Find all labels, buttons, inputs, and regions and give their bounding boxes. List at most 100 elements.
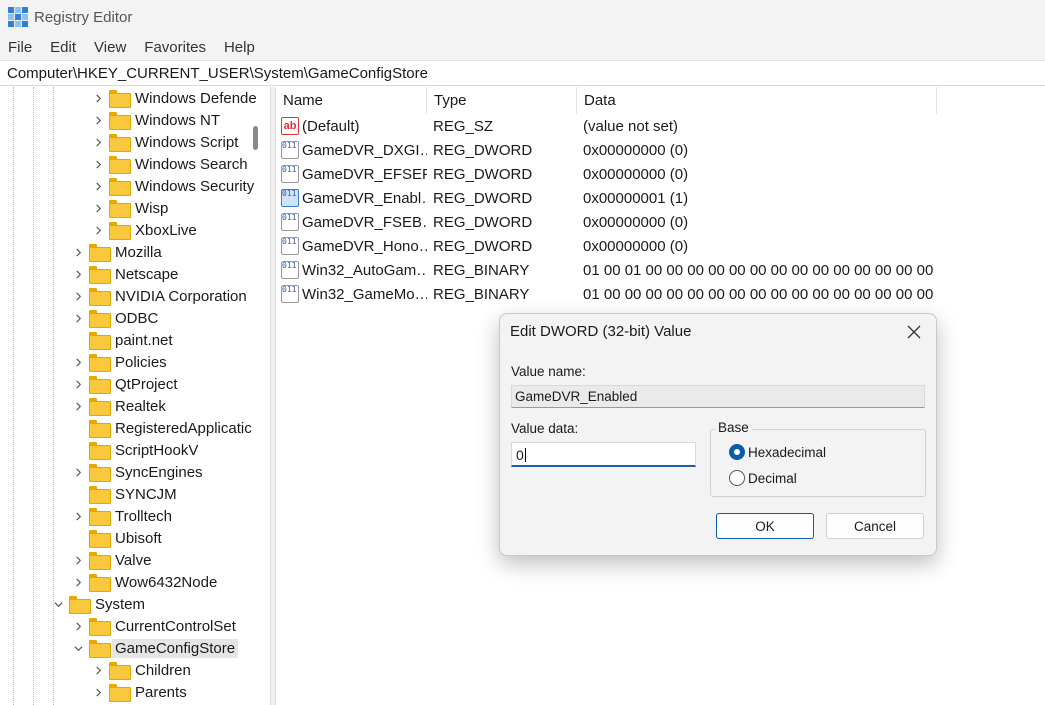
cancel-button[interactable]: Cancel [826,513,924,539]
tree-node[interactable]: ODBC [69,307,161,329]
value-row[interactable]: 011 110Win32_GameMo… REG_BINARY 01 00 00 0… [276,282,1045,306]
chevron-right-icon[interactable] [69,461,87,483]
value-row[interactable]: 011 110Win32_AutoGam… REG_BINARY 01 00 01 … [276,258,1045,282]
chevron-right-icon[interactable] [69,571,87,593]
column-data-header[interactable]: Data [577,87,937,114]
binary-value-icon: 011 110 [281,213,299,231]
tree-node[interactable]: RegisteredApplicatic [69,417,255,439]
tree-node[interactable]: Realtek [69,395,169,417]
chevron-right-icon[interactable] [89,659,107,681]
menu-view[interactable]: View [94,39,126,56]
tree-node-label: Wow6432Node [115,573,218,591]
tree-node[interactable]: SyncEngines [69,461,206,483]
tree-node[interactable]: CurrentControlSet [69,615,239,637]
value-name-cell: 011 110Win32_AutoGam… [276,261,427,279]
ok-button[interactable]: OK [716,513,814,539]
tree-node[interactable]: Mozilla [69,241,165,263]
chevron-right-icon[interactable] [89,175,107,197]
tree-node[interactable]: Windows Script [89,131,241,153]
tree-node[interactable]: SYNCJM [69,483,180,505]
value-name-cell: 011 110GameDVR_Enabl… [276,189,427,207]
chevron-right-icon[interactable] [89,681,107,703]
tree-scrollbar-thumb[interactable] [253,126,258,150]
chevron-right-icon[interactable] [89,87,107,109]
chevron-right-icon[interactable] [69,241,87,263]
value-data-cell: 0x00000000 (0) [583,237,689,255]
chevron-right-icon[interactable] [69,373,87,395]
value-name-cell: 011 110GameDVR_DXGI… [276,141,427,159]
chevron-right-icon[interactable] [89,197,107,219]
chevron-right-icon[interactable] [69,615,87,637]
tree-node[interactable]: XboxLive [89,219,200,241]
value-row[interactable]: 011 110GameDVR_FSEB… REG_DWORD 0x00000000 … [276,210,1045,234]
value-type-cell: REG_DWORD [433,189,533,207]
tree-node-label: Windows Script [135,133,239,151]
tree-node[interactable]: Valve [69,549,154,571]
tree-node[interactable]: System [49,593,148,615]
tree-node[interactable]: Windows Security [89,175,257,197]
value-row[interactable]: 011 110GameDVR_Enabl… REG_DWORD 0x00000001… [276,186,1045,210]
key-tree[interactable]: Windows Defende Windows NT Windows Script W… [0,87,270,705]
tree-node[interactable]: Windows Search [89,153,251,175]
chevron-right-icon[interactable] [69,285,87,307]
chevron-right-icon[interactable] [89,153,107,175]
binary-value-icon: 011 110 [281,165,299,183]
tree-node[interactable]: Parents [89,681,190,703]
chevron-right-icon[interactable] [69,505,87,527]
tree-node[interactable]: Trolltech [69,505,175,527]
chevron-down-icon[interactable] [49,593,67,615]
value-data-text: 0 [516,447,524,463]
column-type-header[interactable]: Type [427,87,577,114]
value-type-cell: REG_BINARY [433,261,530,279]
chevron-right-icon[interactable] [69,263,87,285]
value-row[interactable]: 011 110GameDVR_DXGI… REG_DWORD 0x00000000 … [276,138,1045,162]
chevron-right-icon[interactable] [69,395,87,417]
tree-node[interactable]: Netscape [69,263,181,285]
hexadecimal-radio[interactable]: Hexadecimal [729,444,826,460]
value-name-cell: 011 110GameDVR_FSEB… [276,213,427,231]
decimal-radio[interactable]: Decimal [729,470,797,486]
tree-node[interactable]: Wow6432Node [69,571,220,593]
chevron-down-icon[interactable] [69,637,87,659]
tree-node[interactable]: QtProject [69,373,181,395]
folder-icon [89,310,111,328]
chevron-right-icon[interactable] [69,307,87,329]
folder-icon [89,464,111,482]
menu-file[interactable]: File [8,39,32,56]
tree-node-label: Windows NT [135,111,221,129]
value-data-input[interactable]: 0 [511,442,696,467]
value-row[interactable]: 011 110GameDVR_EFSEF… REG_DWORD 0x00000000… [276,162,1045,186]
chevron-right-icon[interactable] [69,549,87,571]
value-row[interactable]: ab (Default) REG_SZ (value not set) [276,114,1045,138]
tree-node[interactable]: GameConfigStore [69,637,239,659]
tree-node[interactable]: Policies [69,351,170,373]
chevron-right-icon[interactable] [89,219,107,241]
tree-node[interactable]: paint.net [69,329,176,351]
tree-node-label: QtProject [115,375,178,393]
value-row[interactable]: 011 110GameDVR_Hono… REG_DWORD 0x00000000 … [276,234,1045,258]
folder-icon [89,640,111,658]
folder-icon [89,530,111,548]
value-name-text: GameDVR_FSEB… [302,213,427,231]
chevron-right-icon[interactable] [89,109,107,131]
tree-node[interactable]: Windows Defende [89,87,260,109]
column-name-header[interactable]: Name [276,87,427,114]
chevron-right-icon[interactable] [69,351,87,373]
address-bar[interactable]: Computer\HKEY_CURRENT_USER\System\GameCo… [0,60,1045,86]
tree-node-label: Realtek [115,397,166,415]
menu-favorites[interactable]: Favorites [144,39,206,56]
tree-node[interactable]: NVIDIA Corporation [69,285,250,307]
tree-node[interactable]: ScriptHookV [69,439,201,461]
menu-edit[interactable]: Edit [50,39,76,56]
edit-dword-dialog: Edit DWORD (32-bit) Value Value name: Ga… [499,313,937,556]
tree-node[interactable]: Children [89,659,194,681]
tree-node-label: SyncEngines [115,463,203,481]
tree-node[interactable]: Windows NT [89,109,223,131]
tree-node[interactable]: Ubisoft [69,527,165,549]
tree-node[interactable]: Wisp [89,197,171,219]
menu-help[interactable]: Help [224,39,255,56]
tree-node-label: Parents [135,683,187,701]
chevron-right-icon[interactable] [89,131,107,153]
close-icon[interactable] [904,322,924,342]
